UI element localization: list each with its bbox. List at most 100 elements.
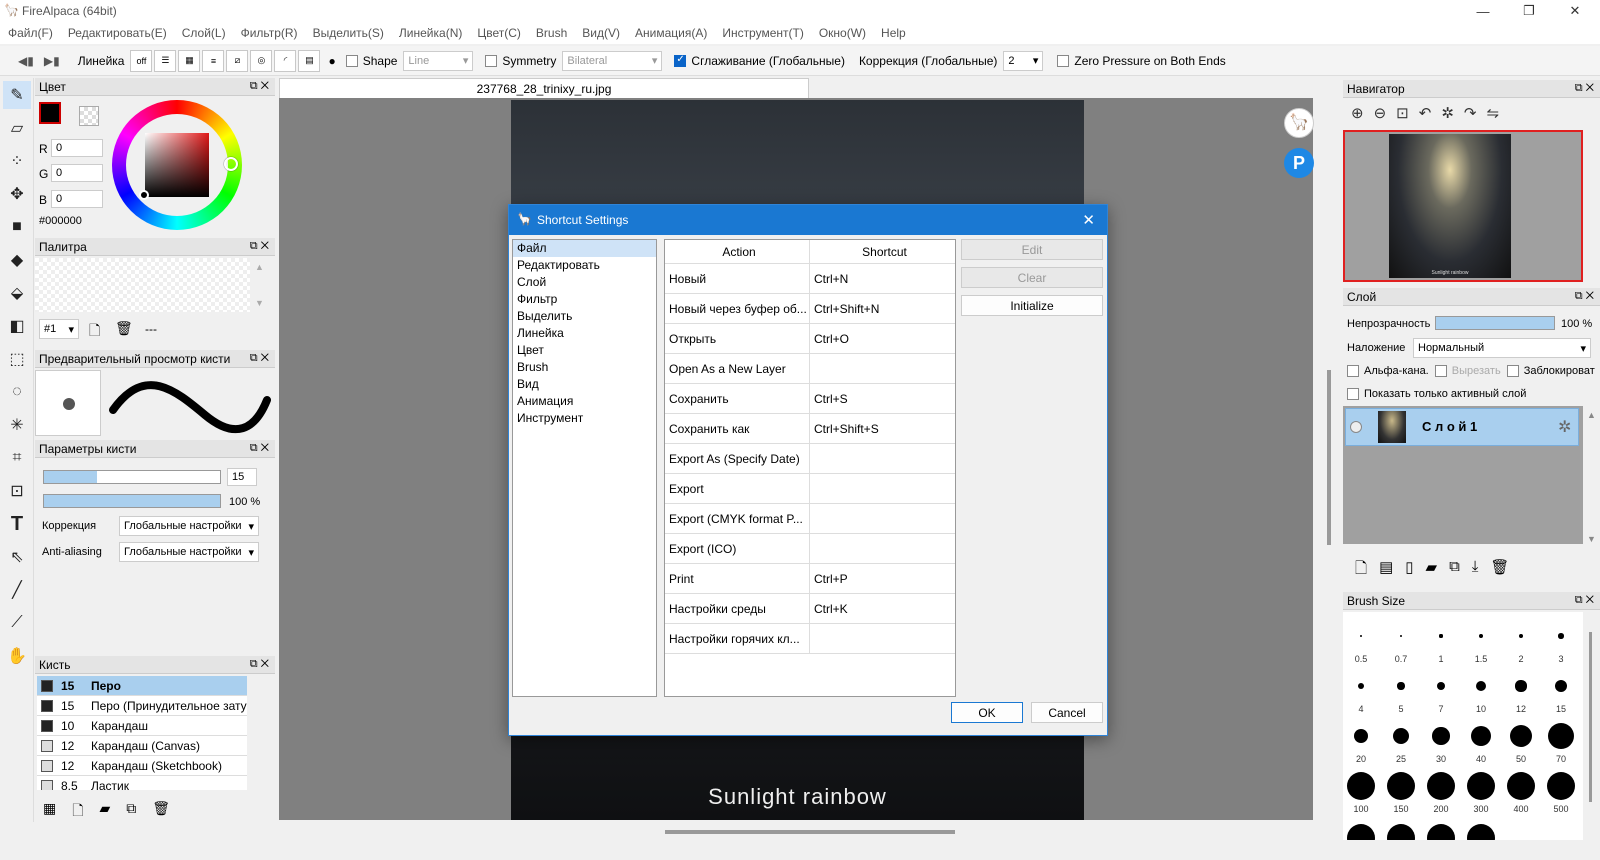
smoothing-checkbox[interactable]: [674, 54, 687, 67]
duplicate-layer-icon[interactable]: ⧉: [1449, 558, 1460, 583]
table-row[interactable]: Новый Ctrl+N: [665, 264, 955, 294]
delete-brush-icon[interactable]: 🗑: [152, 800, 170, 824]
menu-item[interactable]: Слой(L): [182, 26, 226, 40]
alpaca-avatar-icon[interactable]: 🦙: [1284, 108, 1314, 138]
dot-tool-icon[interactable]: ⁘: [3, 147, 31, 175]
brush-size-dot[interactable]: [1507, 772, 1535, 800]
brush-size-dot[interactable]: [1347, 772, 1375, 800]
layer-scroll-up-icon[interactable]: ▲: [1587, 410, 1596, 420]
undo-icon[interactable]: ◀▮: [18, 54, 34, 68]
brush-size-dot[interactable]: [1347, 824, 1375, 840]
brush-size-dot[interactable]: [1467, 772, 1495, 800]
panel-controls-icon[interactable]: ⧉ ✕: [1575, 82, 1594, 95]
size-value[interactable]: 15: [227, 468, 257, 486]
brush-size-dot[interactable]: [1357, 682, 1365, 690]
merge-down-icon[interactable]: ⤓: [1472, 558, 1479, 583]
vertical-scrollbar[interactable]: [1327, 370, 1331, 545]
brush-size-dot[interactable]: [1558, 633, 1564, 639]
table-row[interactable]: Export (CMYK format P...: [665, 504, 955, 534]
brush-size-dot[interactable]: [1554, 679, 1568, 693]
brush-size-dot[interactable]: [1427, 772, 1455, 800]
grid-ruler-button[interactable]: ▦: [178, 49, 201, 72]
hue-handle[interactable]: [224, 157, 238, 171]
blend-select[interactable]: Нормальный ▾: [1413, 338, 1591, 358]
category-item[interactable]: Brush: [513, 359, 656, 376]
correction-select[interactable]: Глобальные настройки ▾: [119, 516, 259, 536]
brush-size-dot[interactable]: [1470, 725, 1492, 747]
folder-icon[interactable]: ▰: [100, 800, 111, 824]
duplicate-brush-icon[interactable]: ⧉: [126, 800, 136, 824]
menu-item[interactable]: Редактировать(E): [68, 26, 167, 40]
panel-controls-icon[interactable]: ⧉ ✕: [250, 442, 269, 455]
dot-icon[interactable]: ●: [328, 54, 335, 68]
lock-checkbox[interactable]: [1506, 365, 1519, 377]
concentric-ruler-button[interactable]: ◎: [250, 49, 273, 72]
visibility-icon[interactable]: [1350, 421, 1362, 433]
b-input[interactable]: 0: [51, 190, 103, 208]
menu-item[interactable]: Линейка(N): [399, 26, 462, 40]
brush-size-dot[interactable]: [1393, 728, 1409, 744]
palette-area[interactable]: [35, 258, 250, 312]
brush-size-dot[interactable]: [1515, 680, 1527, 692]
zero-pressure-checkbox[interactable]: [1057, 54, 1070, 67]
col-action-header[interactable]: Action: [665, 240, 810, 263]
brush-size-dot[interactable]: [1509, 724, 1533, 748]
sv-handle[interactable]: [139, 190, 149, 200]
initialize-button[interactable]: Initialize: [961, 295, 1103, 316]
brush-list-item[interactable]: 12 Карандаш (Sketchbook): [37, 756, 247, 776]
menu-item[interactable]: Вид(V): [582, 26, 620, 40]
panel-controls-icon[interactable]: ⧉ ✕: [1575, 594, 1594, 607]
brush-size-dot[interactable]: [1547, 722, 1575, 750]
g-input[interactable]: 0: [51, 164, 103, 182]
category-item[interactable]: Инструмент: [513, 410, 656, 427]
zoom-in-icon[interactable]: ⊕: [1351, 104, 1364, 122]
layer-row[interactable]: С л о й 1 ✲: [1345, 408, 1579, 446]
category-item[interactable]: Анимация: [513, 393, 656, 410]
brush-size-dot[interactable]: [1436, 681, 1446, 691]
select-pen-tool-icon[interactable]: ⌗: [3, 444, 31, 472]
menu-item[interactable]: Выделить(S): [313, 26, 384, 40]
layer-settings-icon[interactable]: ✲: [1558, 417, 1571, 437]
menu-item[interactable]: Инструмент(T): [722, 26, 804, 40]
menu-item[interactable]: Анимация(A): [635, 26, 707, 40]
ruler-off-button[interactable]: off: [130, 49, 153, 72]
brush-size-dot[interactable]: [1387, 824, 1415, 840]
size-slider[interactable]: [43, 470, 221, 484]
palette-index-select[interactable]: #1 ▾: [39, 319, 79, 339]
bucket-tool-icon[interactable]: ⬙: [3, 279, 31, 307]
rotate-right-icon[interactable]: ↷: [1464, 104, 1477, 122]
pixiv-icon[interactable]: P: [1284, 148, 1314, 178]
delete-palette-icon[interactable]: 🗑: [115, 320, 133, 337]
table-row[interactable]: Print Ctrl+P: [665, 564, 955, 594]
panel-controls-icon[interactable]: ⧉ ✕: [250, 240, 269, 253]
cancel-button[interactable]: Cancel: [1031, 702, 1103, 723]
new-folder-icon[interactable]: ▰: [1426, 558, 1438, 583]
menu-item[interactable]: Help: [881, 26, 906, 40]
menu-item[interactable]: Brush: [536, 26, 567, 40]
new-layer-icon[interactable]: 🗋: [1355, 558, 1367, 583]
table-row[interactable]: Export (ICO): [665, 534, 955, 564]
foreground-color-swatch[interactable]: [39, 102, 61, 124]
new-brush-icon[interactable]: 🗋: [72, 800, 83, 824]
scroll-up-icon[interactable]: ▲: [255, 262, 264, 272]
symmetry-checkbox[interactable]: [485, 54, 498, 67]
eraser-tool-icon[interactable]: ▱: [3, 114, 31, 142]
brush-size-dot[interactable]: [1467, 824, 1495, 840]
saturation-square[interactable]: [145, 133, 209, 197]
alpha-lock-checkbox[interactable]: [1347, 365, 1359, 377]
brush-list-item[interactable]: 8.5 Ластик: [37, 776, 247, 790]
restore-button[interactable]: ❐: [1506, 0, 1552, 22]
panel-controls-icon[interactable]: ⧉ ✕: [250, 80, 269, 93]
document-tab[interactable]: 237768_28_trinixy_ru.jpg: [279, 78, 809, 98]
menu-item[interactable]: Окно(W): [819, 26, 866, 40]
minimize-button[interactable]: —: [1460, 0, 1506, 22]
symmetry-select[interactable]: Bilateral ▾: [562, 50, 663, 71]
navigator-viewport[interactable]: [1343, 130, 1583, 282]
brush-size-dot[interactable]: [1479, 634, 1483, 638]
brush-list-item[interactable]: 15 Перо (Принудительное зату: [37, 696, 247, 716]
new-palette-icon[interactable]: 🗋: [89, 320, 100, 344]
hand-tool-icon[interactable]: ✋: [3, 642, 31, 670]
new-1bit-layer-icon[interactable]: ▯: [1405, 558, 1413, 583]
category-item[interactable]: Линейка: [513, 325, 656, 342]
category-item[interactable]: Выделить: [513, 308, 656, 325]
